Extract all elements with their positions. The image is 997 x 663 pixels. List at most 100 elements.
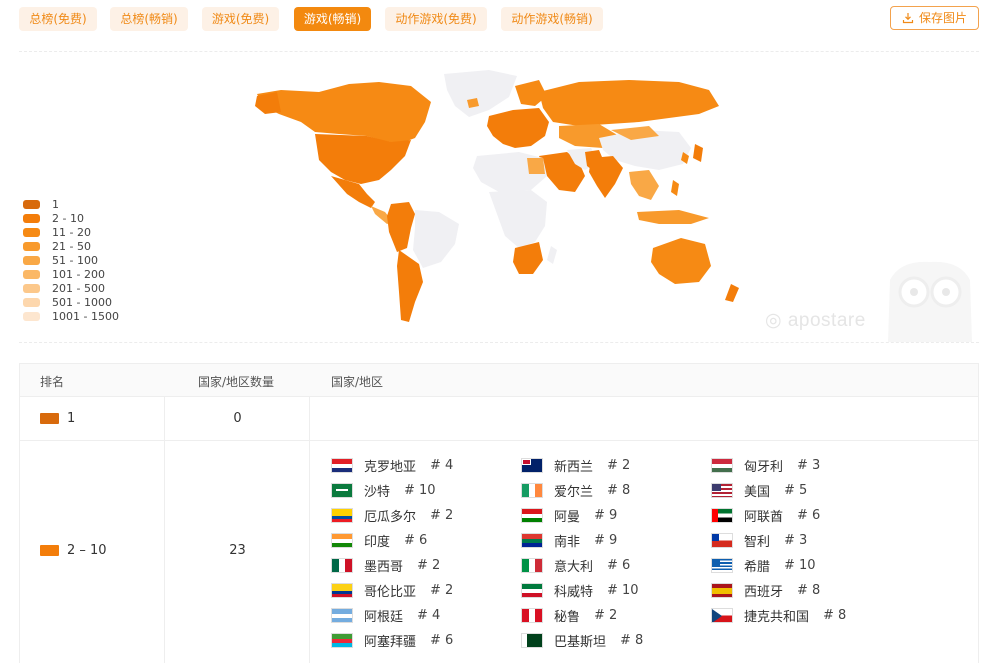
map-region-greenland [444, 70, 517, 117]
mexico-flag-icon [331, 558, 353, 573]
legend-swatch [23, 255, 40, 265]
legend-item: 51 - 100 [23, 253, 119, 267]
kuwait-flag-icon [521, 583, 543, 598]
tab-games-grossing[interactable]: 游戏(畅销) [294, 7, 371, 31]
country-name: 匈牙利 [744, 460, 784, 475]
country-item: 意大利 # 6 [521, 556, 630, 575]
map-region-egypt [527, 158, 545, 174]
ecuador-flag-icon [331, 508, 353, 523]
rank-label: 1 [40, 411, 75, 426]
legend-label: 501 - 1000 [52, 295, 112, 309]
map-region-philippines [671, 180, 679, 196]
country-name: 爱尔兰 [554, 485, 594, 500]
legend-swatch [23, 213, 40, 223]
world-map [19, 52, 979, 342]
map-region-usa [315, 134, 411, 184]
tab-action-games-free[interactable]: 动作游戏(免费) [385, 7, 487, 31]
country-item: 巴基斯坦 # 8 [521, 631, 643, 650]
tab-games-free[interactable]: 游戏(免费) [202, 7, 279, 31]
oman-flag-icon [521, 508, 543, 523]
country-rank: # 5 [784, 483, 808, 498]
watermark-logo-icon: ◎ [765, 310, 788, 331]
legend-item: 21 - 50 [23, 239, 119, 253]
country-name: 南非 [554, 535, 581, 550]
legend-label: 11 - 20 [52, 225, 91, 239]
hungary-flag-icon [711, 458, 733, 473]
country-rank: # 4 [430, 458, 454, 473]
country-rank: # 10 [607, 583, 639, 598]
tab-overall-grossing[interactable]: 总榜(畅销) [110, 7, 188, 31]
legend-swatch [23, 311, 40, 321]
download-icon [902, 13, 914, 24]
country-rank: # 2 [417, 558, 441, 573]
watermark: ◎ apostare [765, 309, 866, 332]
header-rank: 排名 [40, 375, 65, 389]
country-name: 意大利 [554, 560, 594, 575]
croatia-flag-icon [331, 458, 353, 473]
country-name: 智利 [744, 535, 771, 550]
country-name: 墨西哥 [364, 560, 404, 575]
country-name: 希腊 [744, 560, 771, 575]
country-name: 沙特 [364, 485, 391, 500]
country-name: 印度 [364, 535, 391, 550]
country-rank: # 2 [430, 583, 454, 598]
country-item: 沙特 # 10 [331, 481, 436, 500]
map-region-india [589, 156, 623, 198]
country-name: 西班牙 [744, 585, 784, 600]
country-rank: # 2 [594, 608, 618, 623]
country-name: 新西兰 [554, 460, 594, 475]
rank-label: 2 – 10 [40, 543, 107, 558]
spain-flag-icon [711, 583, 733, 598]
save-image-button[interactable]: 保存图片 [890, 6, 979, 30]
newzealand-flag-icon [521, 458, 543, 473]
owl-watermark-icon [888, 261, 972, 342]
czech-flag-icon [711, 608, 733, 623]
map-legend: 1 2 - 10 11 - 20 21 - 50 51 - 100 101 - … [23, 197, 119, 323]
country-name: 秘鲁 [554, 610, 581, 625]
legend-swatch [23, 283, 40, 293]
header-count: 国家/地区数量 [198, 375, 275, 389]
country-item: 克罗地亚 # 4 [331, 456, 453, 475]
count-cell: 0 [165, 397, 310, 440]
legend-swatch [23, 241, 40, 251]
saudi-flag-icon [331, 483, 353, 498]
count-value: 0 [233, 411, 242, 426]
country-item: 科威特 # 10 [521, 581, 639, 600]
legend-swatch [23, 199, 40, 209]
map-region-madagascar [547, 246, 557, 264]
legend-item: 1 [23, 197, 119, 211]
country-item: 印度 # 6 [331, 531, 427, 550]
country-item: 秘鲁 # 2 [521, 606, 617, 625]
uae-flag-icon [711, 508, 733, 523]
legend-swatch [23, 297, 40, 307]
country-item: 墨西哥 # 2 [331, 556, 440, 575]
header-countries: 国家/地区 [331, 375, 384, 389]
country-name: 美国 [744, 485, 771, 500]
table-row: 2 – 10 23 克罗地亚 # 4 沙特 # 10 厄瓜多尔 # 2 印度 # 6 墨… [20, 441, 978, 663]
rank-swatch [40, 413, 59, 424]
country-rank: # 2 [607, 458, 631, 473]
tab-overall-free[interactable]: 总榜(免费) [19, 7, 97, 31]
azerbaijan-flag-icon [331, 633, 353, 648]
map-region-southeast-asia [629, 170, 659, 200]
map-region-canada [257, 82, 431, 144]
tab-action-games-grossing[interactable]: 动作游戏(畅销) [501, 7, 603, 31]
rank-value: 1 [67, 411, 76, 426]
country-rank: # 3 [797, 458, 821, 473]
world-map-svg [255, 70, 739, 322]
rank-distribution-table: 排名 国家/地区数量 国家/地区 1 0 2 – 10 23 克罗地亚 # 4 … [19, 363, 979, 663]
legend-swatch [23, 227, 40, 237]
pakistan-flag-icon [521, 633, 543, 648]
country-name: 捷克共和国 [744, 610, 810, 625]
country-rank: # 10 [404, 483, 436, 498]
country-item: 阿联酋 # 6 [711, 506, 820, 525]
map-region-indonesia [637, 210, 709, 224]
country-item: 新西兰 # 2 [521, 456, 630, 475]
country-rank: # 6 [607, 558, 631, 573]
map-region-brazil [413, 210, 459, 268]
rank-cell: 2 – 10 [20, 441, 165, 663]
legend-label: 1001 - 1500 [52, 309, 119, 323]
country-rank: # 2 [430, 508, 454, 523]
country-name: 厄瓜多尔 [364, 510, 417, 525]
count-cell: 23 [165, 441, 310, 663]
